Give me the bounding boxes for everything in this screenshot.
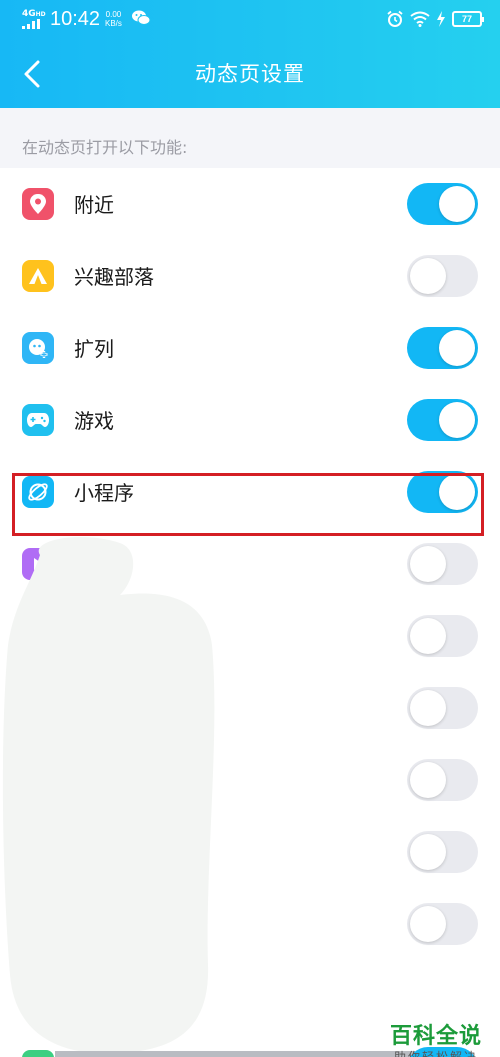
toggle-knob [410,546,446,582]
toggle-switch[interactable] [407,399,478,441]
battery-icon: 77 [452,11,484,27]
add-friend-icon [22,332,54,364]
toggle-knob [439,330,475,366]
alarm-icon [387,10,403,27]
setting-label: 扩列 [74,337,114,361]
toggle-knob [410,906,446,942]
setting-label: 游戏 [74,409,114,433]
toggle-switch[interactable] [407,903,478,945]
toggle-switch[interactable] [407,687,478,729]
toggle-switch[interactable] [407,831,478,873]
toggle-knob [410,834,446,870]
watermark: 百科全说 助你轻松解决 [376,1025,496,1057]
wechat-icon [132,10,151,25]
toggle-knob [439,402,475,438]
setting-row-nearby: 附近 [0,168,500,240]
speed-unit: KB/s [105,19,122,28]
toggle-knob [410,762,446,798]
app-header: 4GHD 10:42 0.00 KB/s 77 动态页设置 [0,0,500,108]
network-type: 4G [22,9,36,19]
tent-icon [22,260,54,292]
charging-icon [437,11,445,27]
status-time: 10:42 [50,8,101,30]
setting-row-games: 游戏 [0,384,500,456]
toggle-switch[interactable] [407,183,478,225]
page-title: 动态页设置 [195,62,305,86]
toggle-switch[interactable] [407,759,478,801]
toggle-switch[interactable] [407,615,478,657]
setting-row-expand: 扩列 [0,312,500,384]
network-indicator: 4GHD [22,10,46,19]
watermark-title: 百科全说 [389,1024,482,1049]
setting-label: 附近 [74,193,114,217]
section-label: 在动态页打开以下功能: [0,108,500,168]
gamepad-icon [22,404,54,436]
app-icon-partial [22,1050,54,1057]
status-bar: 4GHD 10:42 0.00 KB/s 77 [0,0,500,40]
speed-value: 0.00 [105,10,122,19]
toggle-switch[interactable] [407,327,478,369]
toggle-switch[interactable] [407,543,478,585]
toggle-switch[interactable] [407,255,478,297]
location-pin-icon [22,188,54,220]
network-speed: 0.00 KB/s [105,10,122,28]
toggle-knob [439,186,475,222]
network-hd: HD [35,11,46,18]
scroll-bar [55,1051,415,1057]
toggle-knob [410,618,446,654]
setting-row-interest-tribe: 兴趣部落 [0,240,500,312]
setting-label: 兴趣部落 [74,265,154,289]
wifi-icon [410,11,430,27]
toggle-knob [410,690,446,726]
toggle-knob [410,258,446,294]
redaction-scribble [2,536,215,1054]
status-right: 77 [386,9,484,29]
signal-icon [22,19,42,29]
highlight-annotation [12,473,484,536]
watermark-subtitle: 助你轻松解决 [393,1050,478,1057]
